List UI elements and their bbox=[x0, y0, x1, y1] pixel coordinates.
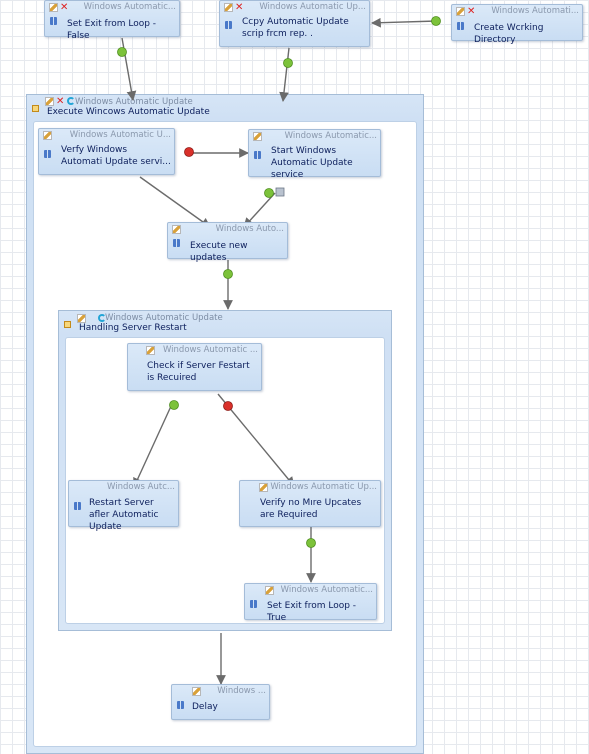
activity-set-exit-false[interactable]: ✕ Windows Automatic... Set Exit from Loo… bbox=[44, 0, 180, 41]
edit-pencil-icon[interactable] bbox=[265, 586, 274, 595]
success-connector-icon bbox=[223, 269, 233, 279]
activity-copy-script[interactable]: ✕ Windows Automatic Up... Ccpy Automatic… bbox=[219, 0, 370, 47]
delete-icon[interactable]: ✕ bbox=[60, 3, 69, 13]
edge-set-exit-false-to-container bbox=[121, 37, 137, 101]
activity-bars-icon bbox=[173, 239, 180, 247]
success-connector-icon bbox=[431, 16, 441, 26]
activity-delay[interactable]: Windows ... Delay bbox=[171, 684, 270, 720]
delete-icon[interactable]: ✕ bbox=[467, 7, 476, 17]
activity-label: Verify no Mıre Upcates are Required bbox=[260, 498, 362, 520]
activity-header: Windows ... bbox=[217, 686, 266, 696]
activity-bars-icon bbox=[225, 21, 232, 29]
activity-check-restart-required[interactable]: Windows Automatic ... Check if Server Fe… bbox=[127, 343, 262, 391]
success-connector-icon bbox=[264, 188, 274, 198]
activity-bars-icon bbox=[177, 701, 184, 709]
activity-header: Windows Automatic Up... bbox=[270, 482, 377, 492]
activity-header: Windows Auto... bbox=[215, 224, 284, 234]
success-connector-icon bbox=[117, 47, 127, 57]
activity-header: Windows Automatic ... bbox=[162, 345, 258, 355]
activity-label: Execute new updates bbox=[190, 241, 248, 263]
activity-restart-server[interactable]: Windows Autc... Restart Server afler Aut… bbox=[68, 480, 179, 532]
activity-execute-new-updates[interactable]: Windows Auto... Execute new updates bbox=[167, 222, 288, 263]
edit-pencil-icon[interactable] bbox=[49, 3, 58, 12]
delete-icon[interactable]: ✕ bbox=[235, 3, 244, 13]
activity-label: Set Exit from Loop - True bbox=[267, 601, 357, 623]
edit-pencil-icon[interactable] bbox=[43, 131, 52, 140]
activity-label: Start Windows Automatic Update service bbox=[271, 146, 353, 180]
activity-bars-icon bbox=[250, 600, 257, 608]
activity-set-exit-true[interactable]: Windows Automatic... Set Exit from Loop … bbox=[244, 583, 377, 623]
success-connector-icon bbox=[306, 538, 316, 548]
activity-label: Ccpy Automatic Update scrip frcm rep. . bbox=[242, 17, 349, 39]
link-connector-icon bbox=[275, 187, 285, 197]
activity-header: Windows Automatic... bbox=[284, 131, 377, 141]
activity-label: Set Exit from Loop - False bbox=[67, 19, 157, 41]
activity-bars-icon bbox=[254, 151, 261, 159]
activity-verify-no-more-updates[interactable]: Windows Automatic Up... Verify no Mıre U… bbox=[239, 480, 381, 527]
activity-header: Windows Automati... bbox=[491, 6, 579, 16]
activity-label: Verfy Windows Automati Update servi... bbox=[61, 145, 171, 167]
edge-check-to-restart bbox=[133, 403, 173, 488]
activity-header: Windows Automatic Up... bbox=[259, 2, 366, 12]
activity-create-working-directory[interactable]: ✕ Windows Automati... Create Wcrking Dir… bbox=[451, 4, 583, 45]
activity-label: Check if Server Festart is Recuired bbox=[147, 361, 250, 383]
activity-header: Windows Automatic U... bbox=[69, 130, 171, 140]
edit-pencil-icon[interactable] bbox=[259, 483, 268, 492]
edit-pencil-icon[interactable] bbox=[224, 3, 233, 12]
edge-verify-to-execute bbox=[139, 176, 211, 228]
success-connector-icon bbox=[283, 58, 293, 68]
activity-verify-service[interactable]: Windows Automatic U... Verfy Windows Aut… bbox=[38, 128, 175, 175]
activity-header: Windows Autc... bbox=[107, 482, 175, 492]
failure-connector-icon bbox=[184, 147, 194, 157]
activity-header: Windows Automatic... bbox=[280, 585, 373, 595]
connection-edges bbox=[117, 16, 441, 685]
activity-label: Create Wcrking Directory bbox=[474, 23, 544, 45]
activity-bars-icon bbox=[44, 150, 51, 158]
activity-bars-icon bbox=[457, 22, 464, 30]
activity-bars-icon bbox=[50, 17, 57, 25]
activity-label: Restart Server afler Automatic Update bbox=[89, 498, 159, 532]
edit-pencil-icon[interactable] bbox=[456, 7, 465, 16]
failure-connector-icon bbox=[223, 401, 233, 411]
edit-pencil-icon[interactable] bbox=[192, 687, 201, 696]
edit-pencil-icon[interactable] bbox=[172, 225, 181, 234]
edge-create-dir-to-copy-script bbox=[371, 17, 438, 28]
activity-start-service[interactable]: Windows Automatic... Start Windows Autom… bbox=[248, 129, 381, 180]
success-connector-icon bbox=[169, 400, 179, 410]
activity-label: Delay bbox=[192, 702, 218, 712]
activity-header: Windows Automatic... bbox=[83, 2, 176, 12]
activity-bars-icon bbox=[74, 502, 81, 510]
edge-copy-script-to-container bbox=[279, 47, 290, 102]
edit-pencil-icon[interactable] bbox=[253, 132, 262, 141]
